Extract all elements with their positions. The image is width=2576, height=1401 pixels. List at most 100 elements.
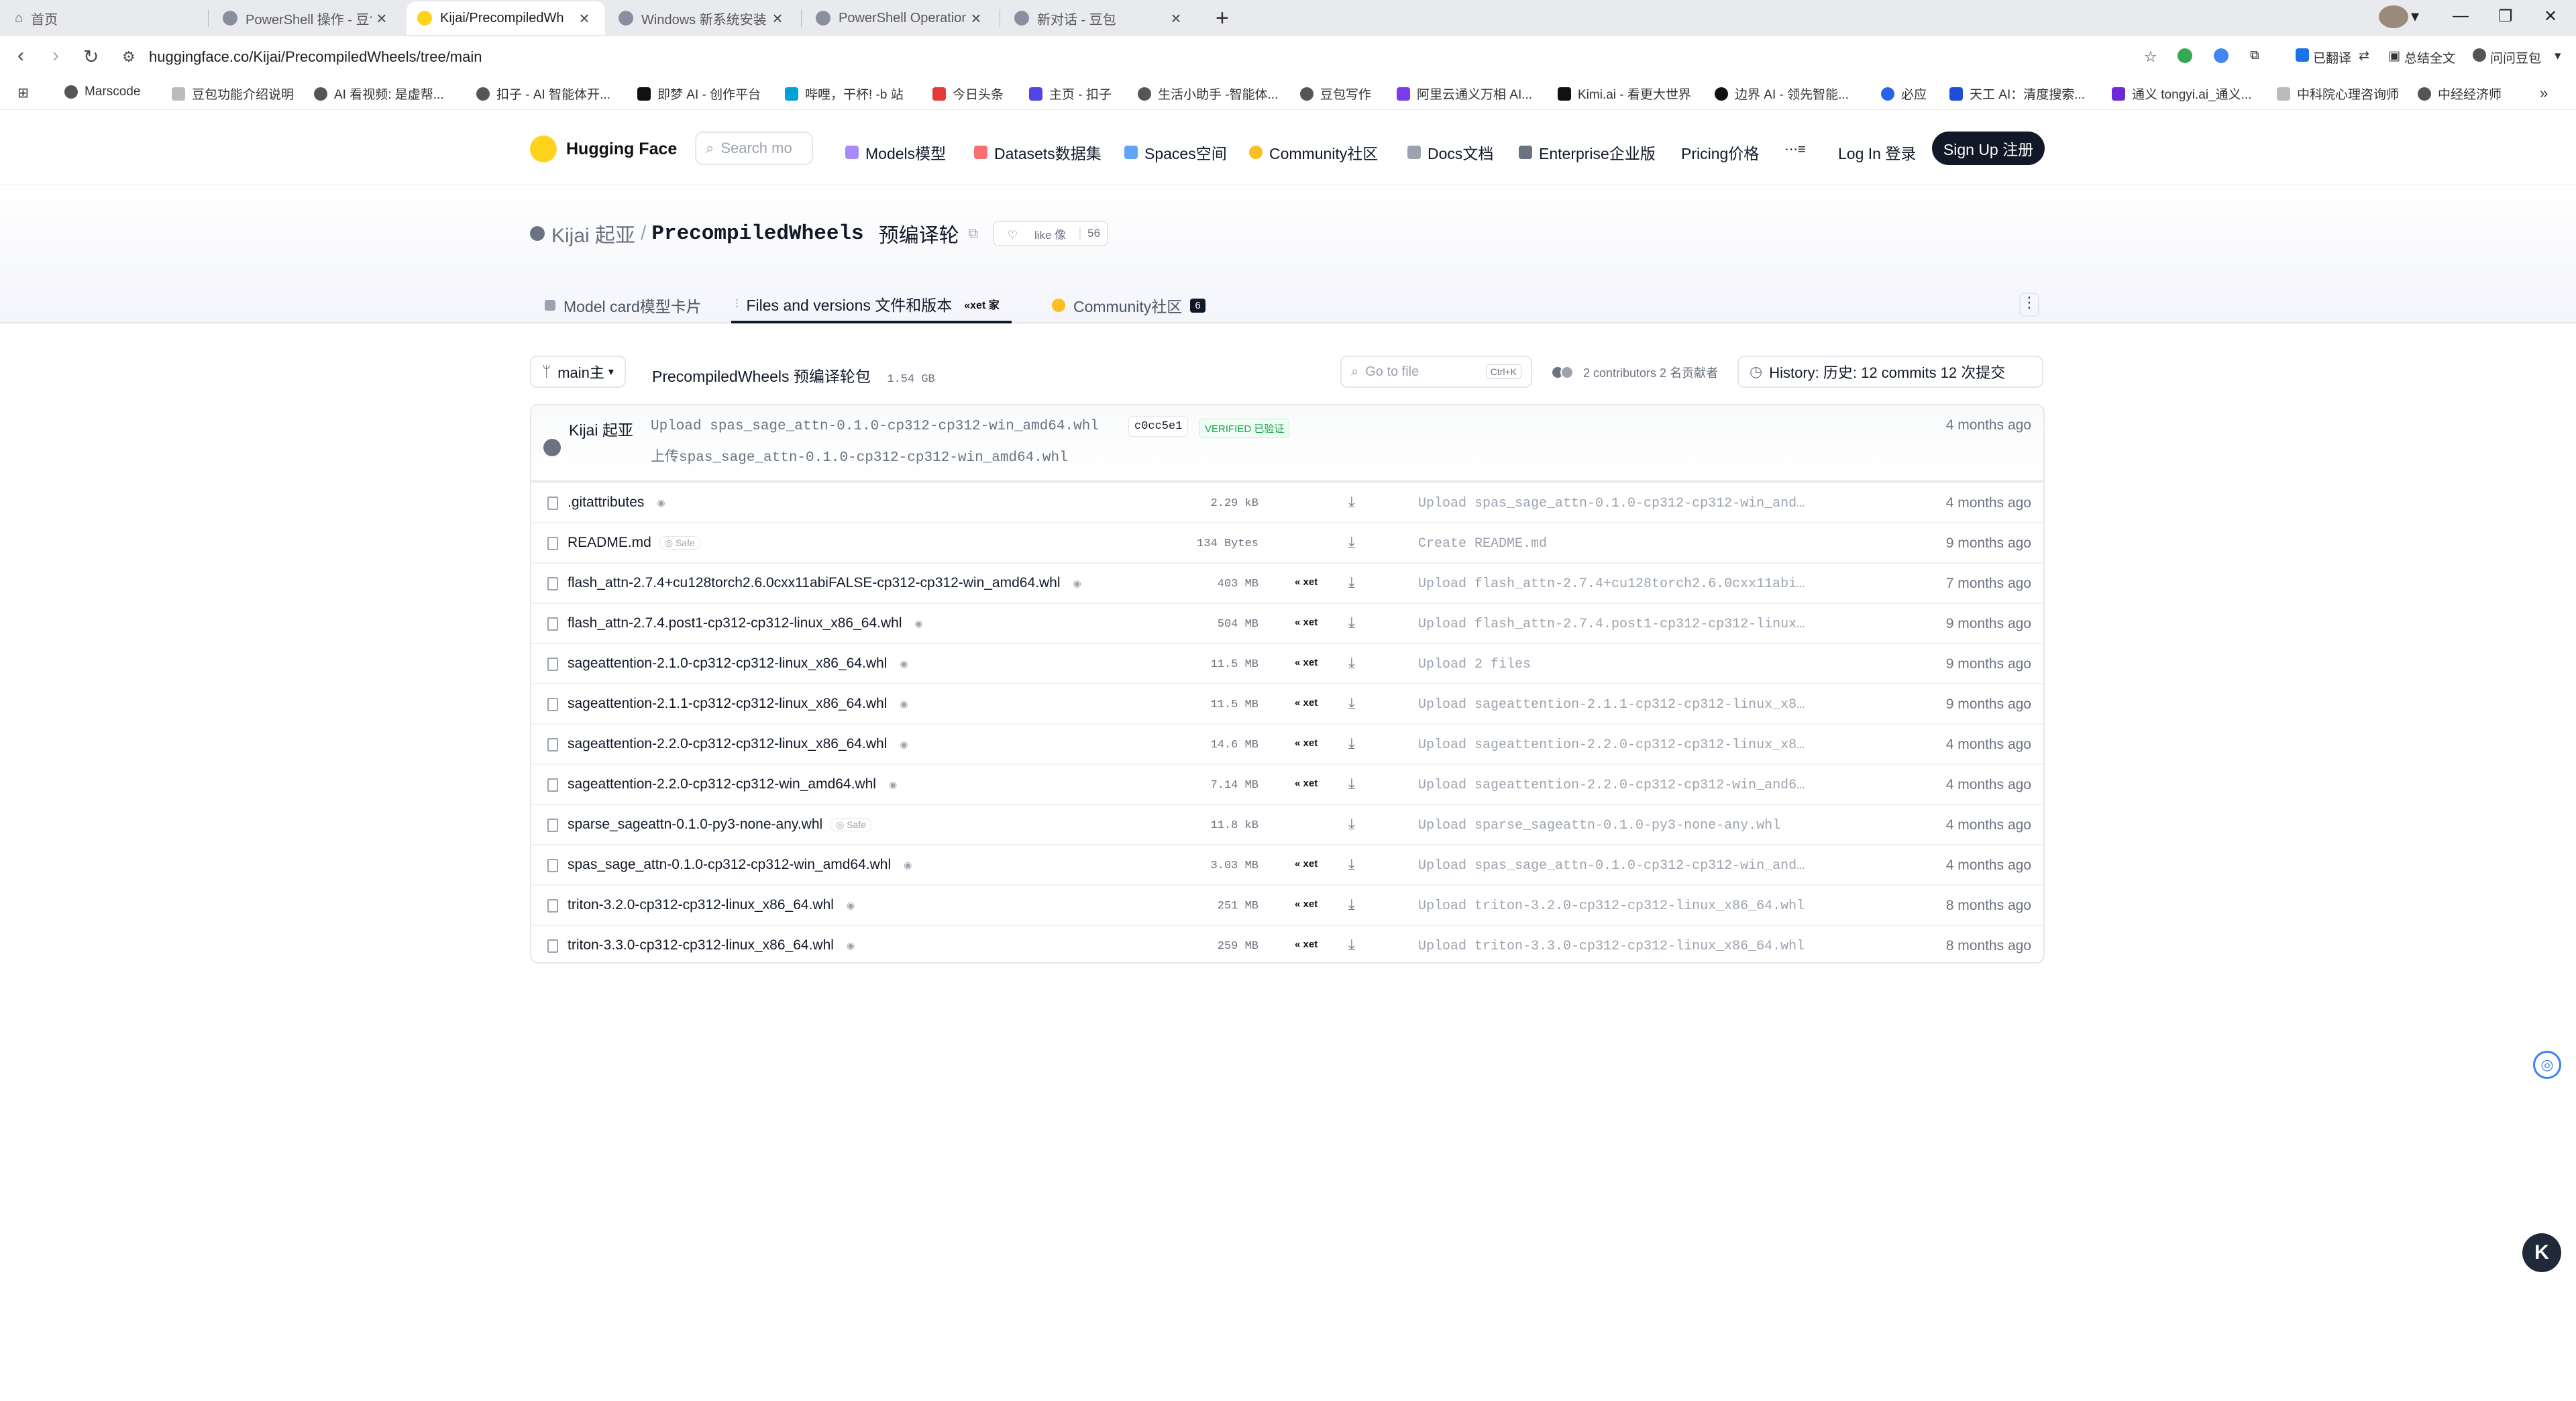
back-icon[interactable]: ‹ <box>17 44 24 67</box>
more-menu-icon[interactable]: ⋯≡ <box>1784 141 1806 158</box>
copy-icon[interactable]: ⧉ <box>969 226 978 242</box>
file-row[interactable]: flash_attn-2.7.4.post1-cp312-cp312-linux… <box>531 603 2043 643</box>
apps-grid-icon[interactable]: ⊞ <box>17 85 29 101</box>
tab-powershell-operation[interactable]: PowerShell Operation × <box>805 1 997 35</box>
file-name[interactable]: sageattention-2.2.0-cp312-cp312-win_amd6… <box>568 776 876 792</box>
bookmark-item[interactable]: 天工 AI：清度搜索... <box>1949 85 2085 103</box>
like-button[interactable]: ♡ like 像 56 <box>992 221 1109 246</box>
reload-icon[interactable]: ↻ <box>83 46 99 68</box>
tab-home[interactable]: ⌂ 首页 <box>4 1 205 35</box>
nav-spaces[interactable]: Spaces空间 <box>1124 141 1227 164</box>
file-commit-message[interactable]: Upload sageattention-2.2.0-cp312-cp312-w… <box>1418 778 1841 793</box>
file-commit-message[interactable]: Create README.md <box>1418 536 1841 552</box>
extension-icon[interactable] <box>2214 48 2229 63</box>
file-row[interactable]: flash_attn-2.7.4+cu128torch2.6.0cxx11abi… <box>531 562 2043 603</box>
site-info-icon[interactable]: ⚙ <box>122 48 136 66</box>
file-row[interactable]: sageattention-2.1.1-cp312-cp312-linux_x8… <box>531 683 2043 723</box>
bookmark-item[interactable]: 哔哩，干杯! -b 站 <box>785 85 904 103</box>
bookmark-item[interactable]: AI 看视频: 是虚帮... <box>314 85 444 103</box>
file-row[interactable]: spas_sage_attn-0.1.0-cp312-cp312-win_amd… <box>531 844 2043 884</box>
close-tab-icon[interactable]: × <box>372 8 392 29</box>
download-icon[interactable]: ⤓ <box>1348 614 1355 631</box>
download-icon[interactable]: ⤓ <box>1348 533 1355 551</box>
assistant-float-icon[interactable]: ◎ <box>2533 1051 2561 1079</box>
tab-community[interactable]: Community社区 6 <box>1052 287 1205 323</box>
file-row[interactable]: README.md ◎ Safe 134 Bytes ⤓ Create README.m… <box>531 522 2043 562</box>
bookmark-item[interactable]: 生活小助手 -智能体... <box>1138 85 1278 103</box>
more-bookmarks-icon[interactable]: » <box>2540 85 2548 102</box>
summary-button[interactable]: 总结全文 <box>2404 48 2455 66</box>
repo-owner-link[interactable]: Kijai 起亚 <box>551 219 635 248</box>
download-icon[interactable]: ⤓ <box>1348 493 1355 511</box>
repo-name[interactable]: PrecompiledWheels <box>651 222 863 246</box>
ask-doubao-button[interactable]: 问问豆包 <box>2490 48 2541 66</box>
file-name[interactable]: README.md <box>568 535 651 550</box>
search-input[interactable]: ⌕ Search mo <box>695 132 813 165</box>
nav-models[interactable]: Models模型 <box>845 141 946 164</box>
commit-hash[interactable]: c0cc5e1 <box>1128 416 1189 437</box>
download-icon[interactable]: ⤓ <box>1348 936 1355 953</box>
file-commit-message[interactable]: Upload spas_sage_attn-0.1.0-cp312-cp312-… <box>1418 858 1841 874</box>
close-tab-icon[interactable]: × <box>574 8 594 29</box>
tab-new-chat[interactable]: 新对话 - 豆包 × <box>1004 1 1197 35</box>
nav-pricing[interactable]: Pricing价格 <box>1681 141 1759 164</box>
bookmark-item[interactable]: 主页 - 扣子 <box>1029 85 1112 103</box>
profile-menu-chevron-icon[interactable]: ▾ <box>2411 7 2419 26</box>
download-icon[interactable]: ⤓ <box>1348 694 1355 712</box>
commit-message[interactable]: Upload spas_sage_attn-0.1.0-cp312-cp312-… <box>651 419 1099 434</box>
file-name[interactable]: sageattention-2.1.0-cp312-cp312-linux_x8… <box>568 656 887 671</box>
bookmark-item[interactable]: 必应 <box>1881 85 1927 103</box>
commit-author[interactable]: Kijai 起亚 <box>569 417 633 440</box>
download-icon[interactable]: ⤓ <box>1348 896 1355 913</box>
file-row[interactable]: sageattention-2.2.0-cp312-cp312-win_amd6… <box>531 764 2043 804</box>
download-icon[interactable]: ⤓ <box>1348 815 1355 833</box>
download-icon[interactable]: ⤓ <box>1348 775 1355 792</box>
more-options-icon[interactable]: ⋮ <box>2019 293 2039 317</box>
close-window-icon[interactable]: ✕ <box>2544 7 2557 26</box>
file-commit-message[interactable]: Upload sageattention-2.2.0-cp312-cp312-l… <box>1418 737 1841 753</box>
file-name[interactable]: spas_sage_attn-0.1.0-cp312-cp312-win_amd… <box>568 857 891 872</box>
translated-button[interactable]: 已翻译 <box>2313 48 2351 66</box>
nav-datasets[interactable]: Datasets数据集 <box>974 141 1102 164</box>
file-name[interactable]: sparse_sageattn-0.1.0-py3-none-any.whl <box>568 817 822 832</box>
nav-enterprise[interactable]: Enterprise企业版 <box>1519 141 1656 164</box>
bookmark-item[interactable]: Marscode <box>64 85 140 99</box>
tab-files-and-versions[interactable]: ⫶ Files and versions 文件和版本 «xet 家 <box>731 287 1012 323</box>
download-icon[interactable]: ⤓ <box>1348 855 1355 873</box>
go-to-file-input[interactable]: ⌕ Go to file Ctrl+K <box>1340 356 1532 388</box>
extension-icon[interactable] <box>2178 48 2192 63</box>
close-tab-icon[interactable]: × <box>1166 8 1186 29</box>
file-commit-message[interactable]: Upload sparse_sageattn-0.1.0-py3-none-an… <box>1418 818 1841 833</box>
file-name[interactable]: triton-3.3.0-cp312-cp312-linux_x86_64.wh… <box>568 937 834 953</box>
bookmark-item[interactable]: 阿里云通义万相 AI... <box>1397 85 1532 103</box>
file-name[interactable]: flash_attn-2.7.4+cu128torch2.6.0cxx11abi… <box>568 575 1061 590</box>
minimize-icon[interactable]: — <box>2453 7 2469 25</box>
file-name[interactable]: triton-3.2.0-cp312-cp312-linux_x86_64.wh… <box>568 897 834 913</box>
contributors-link[interactable]: 2 contributors 2 名贡献者 <box>1551 364 1718 381</box>
bookmark-star-icon[interactable]: ☆ <box>2144 48 2157 66</box>
file-name[interactable]: flash_attn-2.7.4.post1-cp312-cp312-linux… <box>568 615 902 631</box>
close-tab-icon[interactable]: × <box>966 8 986 29</box>
bookmark-item[interactable]: 中经经济师 <box>2418 85 2502 103</box>
tab-model-card[interactable]: Model card模型卡片 <box>545 287 702 323</box>
hf-logo[interactable]: Hugging Face <box>530 136 677 162</box>
file-row[interactable]: triton-3.2.0-cp312-cp312-linux_x86_64.wh… <box>531 884 2043 925</box>
profile-avatar[interactable] <box>2379 5 2408 28</box>
file-commit-message[interactable]: Upload 2 files <box>1418 657 1841 672</box>
tab-powershell-doubao[interactable]: PowerShell 操作 - 豆包 × <box>212 1 402 35</box>
branch-selector[interactable]: ᛘ main主 ▾ <box>530 356 626 388</box>
file-row[interactable]: triton-3.3.0-cp312-cp312-linux_x86_64.wh… <box>531 925 2043 962</box>
file-name[interactable]: sageattention-2.2.0-cp312-cp312-linux_x8… <box>568 736 887 751</box>
bookmark-item[interactable]: Kimi.ai - 看更大世界 <box>1558 85 1691 103</box>
bookmark-item[interactable]: 扣子 - AI 智能体开... <box>476 85 610 103</box>
file-name[interactable]: sageattention-2.1.1-cp312-cp312-linux_x8… <box>568 696 887 711</box>
file-row[interactable]: sageattention-2.1.0-cp312-cp312-linux_x8… <box>531 643 2043 683</box>
restore-icon[interactable]: ❐ <box>2498 7 2513 26</box>
nav-community[interactable]: Community社区 <box>1249 141 1378 164</box>
k-float-button[interactable]: K <box>2522 1233 2561 1272</box>
download-icon[interactable]: ⤓ <box>1348 654 1355 672</box>
download-icon[interactable]: ⤓ <box>1348 574 1355 591</box>
bookmark-item[interactable]: 即梦 AI - 创作平台 <box>637 85 761 103</box>
tab-kijai-precompiled[interactable]: Kijai/PrecompiledWh × <box>407 1 605 35</box>
file-commit-message[interactable]: Upload flash_attn-2.7.4.post1-cp312-cp31… <box>1418 617 1841 632</box>
